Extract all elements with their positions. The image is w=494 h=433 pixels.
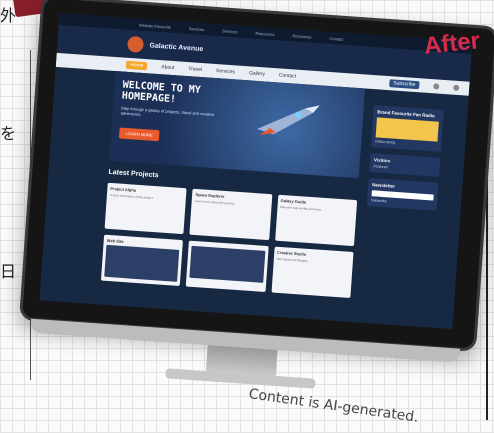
- brand-name: Galactic Avenue: [149, 41, 204, 53]
- project-card[interactable]: [186, 240, 269, 293]
- hero-learn-more-button[interactable]: LEARN MORE: [118, 127, 161, 142]
- nav-about[interactable]: About: [161, 64, 174, 71]
- sidebar-box-visitors: Visitors Featured: [369, 153, 441, 177]
- card-image: [104, 244, 180, 282]
- project-card[interactable]: Web Site: [100, 234, 184, 287]
- topbar-item[interactable]: Contact: [329, 35, 343, 41]
- project-card[interactable]: Galaxy Guide Discover new worlds and mor…: [274, 194, 358, 247]
- nav-gallery[interactable]: Gallery: [249, 70, 265, 77]
- hero-subtitle: Step through a galaxy of projects, trave…: [120, 105, 215, 118]
- after-label: After: [422, 27, 482, 60]
- nav-home[interactable]: Home: [125, 60, 148, 71]
- topbar-item[interactable]: Services: [189, 26, 205, 32]
- project-card[interactable]: Space Explorer Learn more about the jour…: [189, 188, 273, 241]
- left-text-3: 日: [0, 262, 17, 281]
- sidebar-box-radio: Brand Favourite Fan Radio Follow along: [370, 105, 444, 152]
- nav-travel[interactable]: Travel: [188, 66, 202, 73]
- site-main: WELCOME TO MY HOMEPAGE! Step through a g…: [100, 71, 375, 319]
- topbar-item[interactable]: Services: [222, 28, 238, 34]
- spaceship-icon: [256, 105, 320, 136]
- sidebar-box-newsletter: Newsletter Subscribe: [366, 177, 439, 211]
- nav-services[interactable]: Services: [216, 68, 236, 75]
- sidebar-image: [375, 117, 439, 142]
- section-title: Latest Projects: [108, 168, 159, 180]
- monitor-bezel: Website Favourite Services Services Reso…: [18, 0, 494, 352]
- project-card[interactable]: Project Alpha A short description of the…: [104, 182, 187, 235]
- topbar-item[interactable]: Website Favourite: [139, 22, 171, 29]
- topbar-item[interactable]: Resources: [255, 30, 274, 36]
- monitor-screen: Website Favourite Services Services Reso…: [39, 12, 473, 330]
- card-image: [189, 245, 266, 283]
- site-sidebar: Brand Favourite Fan Radio Follow along V…: [359, 105, 444, 319]
- left-text-1: 外: [0, 6, 17, 25]
- project-cards: Project Alpha A short description of the…: [100, 182, 358, 298]
- project-card[interactable]: Creative Studio New ideas and designs.: [271, 246, 354, 298]
- hero-title: WELCOME TO MY HOMEPAGE!: [121, 79, 202, 106]
- user-icon[interactable]: [453, 84, 460, 92]
- subscribe-button[interactable]: Subscribe: [388, 79, 420, 90]
- topbar-item[interactable]: Resources: [292, 33, 311, 39]
- site-logo-icon: [126, 35, 145, 53]
- left-text-2: を: [0, 124, 17, 143]
- search-icon[interactable]: [433, 83, 440, 90]
- monitor: Website Favourite Services Services Reso…: [15, 0, 494, 403]
- hero-banner: WELCOME TO MY HOMEPAGE! Step through a g…: [109, 71, 365, 179]
- nav-contact[interactable]: Contact: [279, 72, 297, 79]
